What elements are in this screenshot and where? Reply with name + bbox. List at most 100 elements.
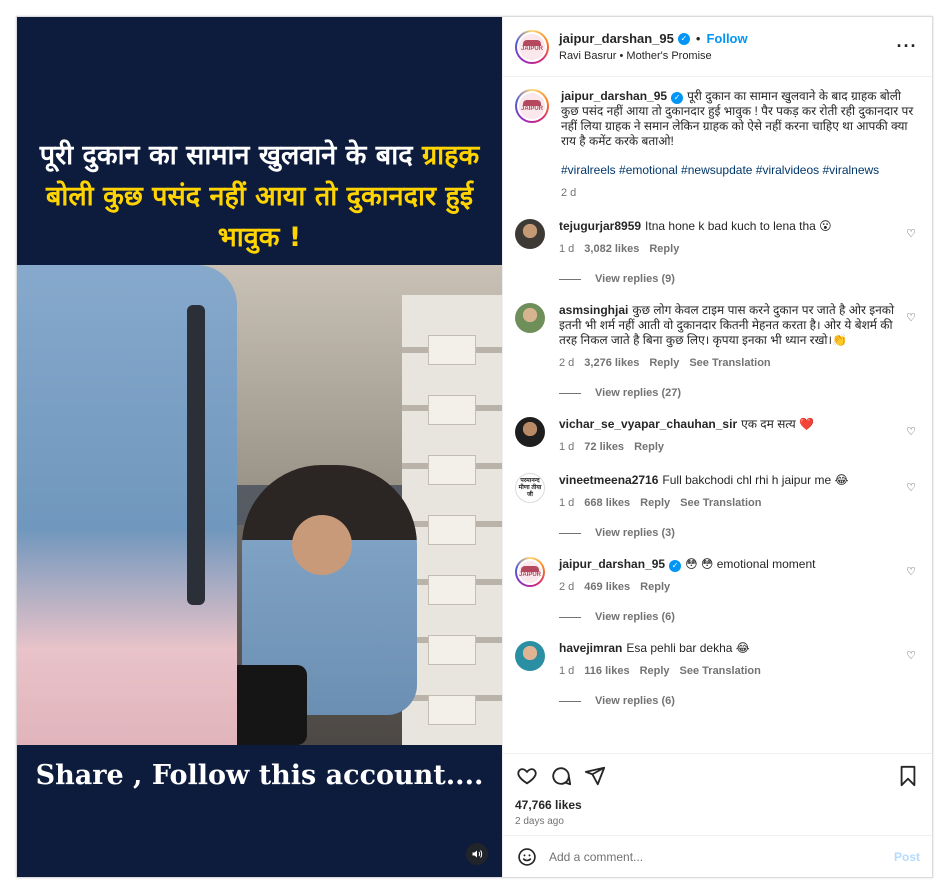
bookmark-icon[interactable] (896, 764, 920, 788)
comment-time: 1 d (559, 243, 575, 255)
heart-icon[interactable] (515, 764, 539, 788)
headline-white: पूरी दुकान का सामान खुलवाने के बाद (39, 140, 422, 171)
see-translation-button[interactable]: See Translation (680, 496, 761, 511)
comment-text: Full bakchodi chl rhi h jaipur me 😂 (662, 473, 849, 487)
comment-username[interactable]: jaipur_darshan_95 (559, 557, 665, 571)
post-modal: पूरी दुकान का सामान खुलवाने के बाद ग्राह… (16, 16, 933, 878)
greeting-card (428, 575, 476, 605)
verified-badge-icon: ✓ (677, 32, 690, 45)
greeting-card (428, 635, 476, 665)
view-replies-button[interactable]: View replies (3) (559, 527, 920, 539)
greeting-card (428, 695, 476, 725)
audio-track-link[interactable]: Ravi Basrur • Mother's Promise (559, 50, 894, 62)
comment-likes[interactable]: 116 likes (584, 664, 629, 679)
verified-badge-icon: ✓ (671, 91, 684, 104)
post-comment-button[interactable]: Post (894, 850, 920, 864)
comment-item: tejugurjar8959 Itna hone k bad kuch to le… (515, 219, 920, 257)
comment-like-heart-icon[interactable]: ♡ (906, 481, 916, 494)
comment-composer: Post (503, 835, 932, 877)
comment-likes[interactable]: 469 likes (584, 580, 630, 595)
view-replies-button[interactable]: View replies (6) (559, 611, 920, 623)
author-avatar[interactable]: JAIPUR (515, 29, 549, 64)
greeting-card (428, 335, 476, 365)
commenter-avatar[interactable] (515, 219, 545, 249)
reply-button[interactable]: Reply (649, 242, 679, 257)
comment-text: Itna hone k bad kuch to lena tha 😮 (645, 219, 832, 233)
like-count[interactable]: 47,766 likes (515, 798, 920, 812)
see-translation-button[interactable]: See Translation (689, 356, 770, 371)
comment-likes[interactable]: 72 likes (584, 440, 624, 455)
paper-plane-icon[interactable] (583, 764, 607, 788)
view-replies-button[interactable]: View replies (27) (559, 387, 920, 399)
emoji-icon[interactable] (515, 845, 539, 869)
comment-text: Esa pehli bar dekha 😂 (626, 641, 750, 655)
comment-like-heart-icon[interactable]: ♡ (906, 649, 916, 662)
comment-text: 😳 😳 emotional moment (685, 557, 816, 571)
comment-like-heart-icon[interactable]: ♡ (906, 425, 916, 438)
verified-badge-icon: ✓ (669, 559, 682, 572)
video-frame-image (17, 265, 502, 745)
greeting-card (428, 515, 476, 545)
comment-item: havejimran Esa pehli bar dekha 😂 1 d 116 … (515, 641, 920, 679)
comment-username[interactable]: havejimran (559, 641, 622, 655)
reply-button[interactable]: Reply (640, 580, 670, 595)
speaker-icon[interactable] (466, 843, 488, 865)
view-replies-button[interactable]: View replies (9) (559, 273, 920, 285)
comment-likes[interactable]: 668 likes (584, 496, 630, 511)
see-translation-button[interactable]: See Translation (680, 664, 761, 679)
comment-username[interactable]: vineetmeena2716 (559, 473, 658, 487)
comment-like-heart-icon[interactable]: ♡ (906, 565, 916, 578)
comment-item: asmsinghjai कुछ लोग केवल टाइम पास करने दु… (515, 303, 920, 371)
post-caption: JAIPUR jaipur_darshan_95 ✓ पूरी दुकान का स… (515, 89, 920, 201)
comment-time: 1 d (559, 497, 575, 509)
reply-button[interactable]: Reply (649, 356, 679, 371)
post-actions: 47,766 likes 2 days ago (503, 753, 932, 835)
post-side-panel: JAIPUR jaipur_darshan_95 ✓ • Follow Ravi… (502, 17, 932, 877)
bag-figure (227, 665, 307, 745)
post-header: JAIPUR jaipur_darshan_95 ✓ • Follow Ravi… (503, 17, 932, 77)
comment-item: JAIPUR jaipur_darshan_95 ✓ 😳 😳 emotional m… (515, 557, 920, 595)
comment-input[interactable] (549, 849, 894, 864)
card-shelf (402, 295, 502, 745)
comment-username[interactable]: tejugurjar8959 (559, 219, 641, 233)
comment-like-heart-icon[interactable]: ♡ (906, 227, 916, 240)
commenter-avatar[interactable] (515, 417, 545, 447)
caption-avatar[interactable]: JAIPUR (515, 89, 549, 123)
comment-time: 2 d (559, 581, 575, 593)
comments-list[interactable]: JAIPUR jaipur_darshan_95 ✓ पूरी दुकान का स… (503, 77, 932, 753)
more-options-icon[interactable]: ··· (894, 36, 920, 57)
comment-like-heart-icon[interactable]: ♡ (906, 311, 916, 324)
separator-dot: • (695, 31, 701, 46)
comment-likes[interactable]: 3,082 likes (584, 242, 639, 257)
caption-username[interactable]: jaipur_darshan_95 (561, 89, 667, 103)
follow-button[interactable]: Follow (706, 31, 747, 46)
comment-text: एक दम सत्य ❤️ (741, 417, 815, 431)
comment-bubble-icon[interactable] (549, 764, 573, 788)
commenter-avatar[interactable] (515, 641, 545, 671)
commenter-avatar[interactable]: JAIPUR (515, 557, 545, 587)
video-footer-text: Share , Follow this account.... (35, 760, 484, 791)
reply-button[interactable]: Reply (640, 664, 670, 679)
comment-time: 2 d (559, 357, 575, 369)
comment-time: 1 d (559, 441, 575, 453)
reply-button[interactable]: Reply (634, 440, 664, 455)
greeting-card (428, 395, 476, 425)
comment-time: 1 d (559, 665, 575, 677)
comment-username[interactable]: vichar_se_vyapar_chauhan_sir (559, 417, 737, 431)
reel-video[interactable]: पूरी दुकान का सामान खुलवाने के बाद ग्राह… (17, 17, 502, 877)
caption-hashtags[interactable]: #viralreels #emotional #newsupdate #vira… (561, 163, 914, 178)
comment-username[interactable]: asmsinghjai (559, 303, 628, 317)
post-date: 2 days ago (515, 816, 564, 827)
author-username[interactable]: jaipur_darshan_95 (559, 31, 674, 46)
commenter-avatar[interactable] (515, 303, 545, 333)
reply-button[interactable]: Reply (640, 496, 670, 511)
customer-figure (17, 265, 237, 745)
comment-item: परमानन्द मीणा तीया जी vineetmeena2716 Ful… (515, 473, 920, 511)
view-replies-button[interactable]: View replies (6) (559, 695, 920, 707)
commenter-avatar[interactable]: परमानन्द मीणा तीया जी (515, 473, 545, 503)
jacket-zip (187, 305, 205, 605)
shopkeeper-face (292, 515, 352, 575)
video-headline: पूरी दुकान का सामान खुलवाने के बाद ग्राह… (17, 135, 502, 258)
comment-likes[interactable]: 3,276 likes (584, 356, 639, 371)
comment-item: vichar_se_vyapar_chauhan_sir एक दम सत्य ❤… (515, 417, 920, 455)
